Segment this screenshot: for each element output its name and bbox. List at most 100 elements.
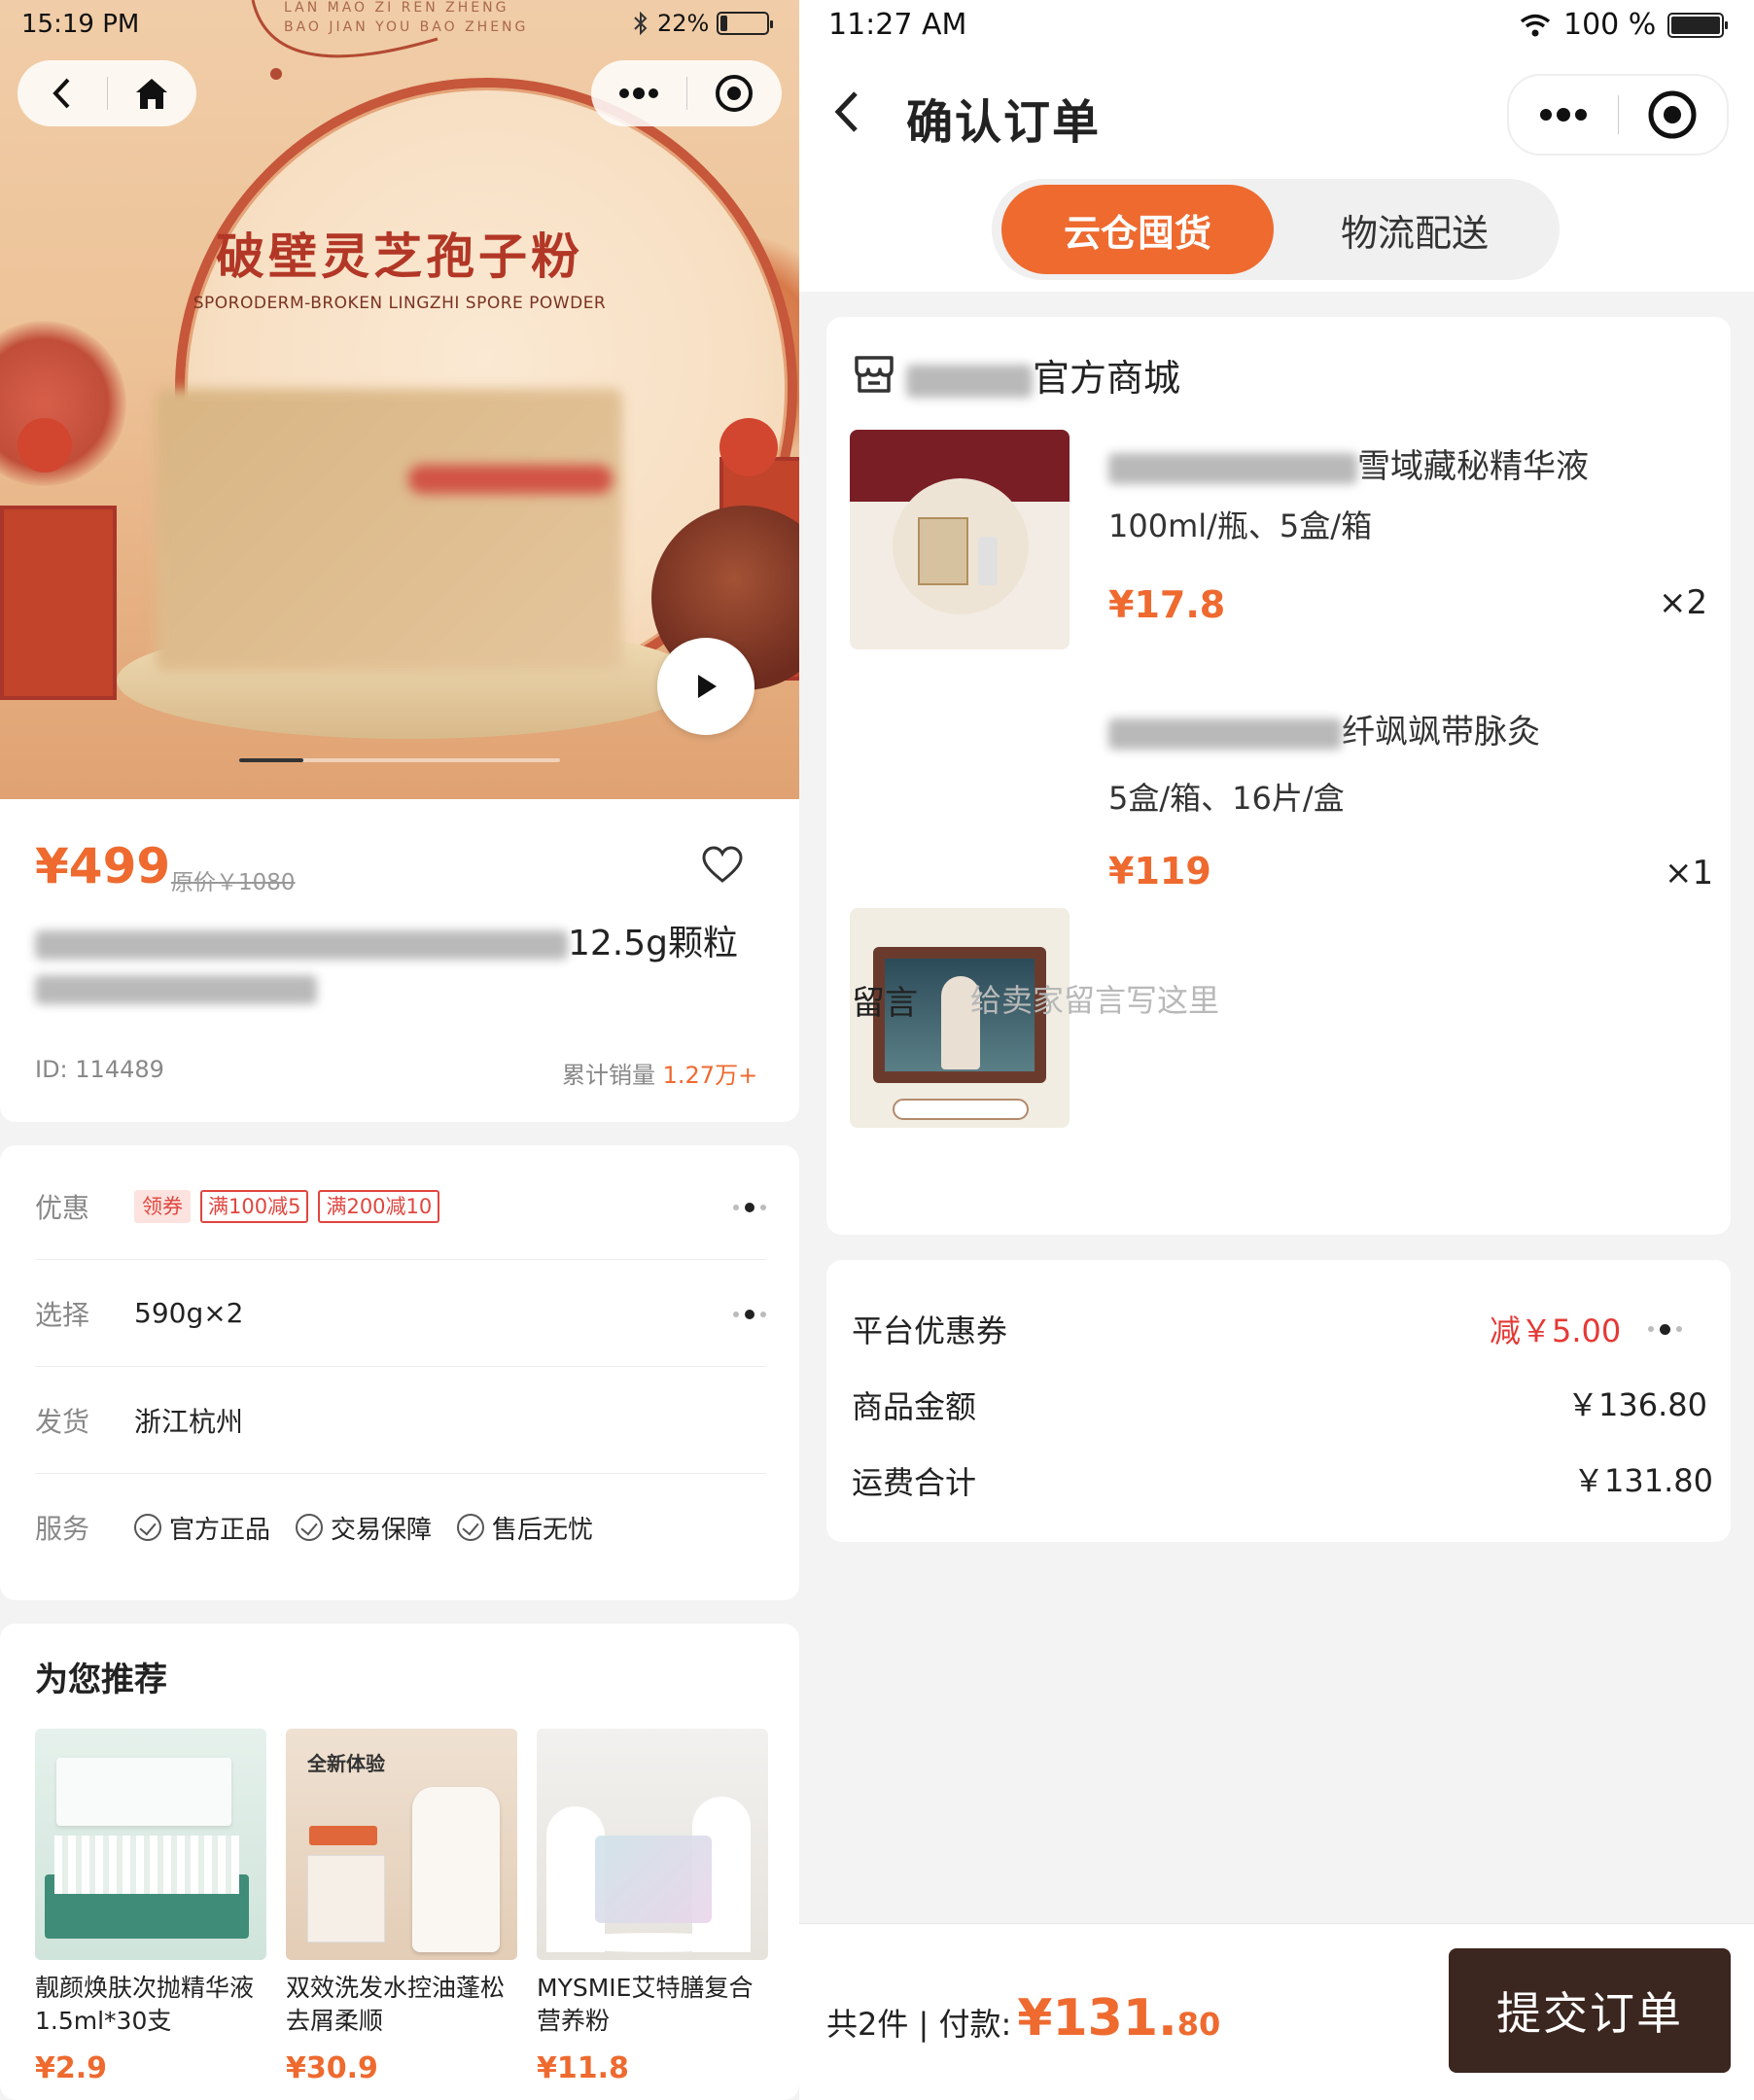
product-title-visible: 12.5g颗粒 — [568, 924, 739, 963]
home-button[interactable] — [108, 76, 197, 111]
recommend-item-image: 全新体验 — [286, 1729, 517, 1960]
recommend-item[interactable]: 靓颜焕肤次抛精华液1.5ml*30支 ¥2.9 — [35, 1729, 266, 2085]
shop-name[interactable]: 官方商城 — [906, 348, 1180, 402]
pay-amount: ¥131. — [1017, 1989, 1177, 2048]
order-item-price: ¥17.8 — [1108, 583, 1226, 626]
blurred-title-part — [35, 930, 568, 960]
product-box-image-blurred — [156, 389, 622, 671]
goods-amount-label: 商品金额 — [852, 1388, 977, 1425]
wifi-icon — [1520, 14, 1551, 36]
more-dots-icon — [1648, 1323, 1683, 1335]
bluetooth-icon — [634, 11, 648, 36]
recommend-item-image — [537, 1729, 768, 1960]
goods-amount-value: ￥136.80 — [1567, 1386, 1707, 1423]
battery-icon — [1667, 12, 1729, 38]
recommend-title: 为您推荐 — [35, 1661, 167, 1699]
nav-capsule-left — [18, 60, 196, 126]
coupon-label: 平台优惠券 — [852, 1312, 1008, 1349]
order-item-image — [850, 430, 1070, 649]
status-bar-right: 100 % — [1519, 8, 1729, 42]
sales-count: 累计销量 1.27万+ — [562, 1056, 757, 1090]
service-item: 交易保障 — [296, 1510, 432, 1546]
shipping-total-label: 运费合计 — [852, 1464, 977, 1501]
ship-value: 浙江杭州 — [134, 1405, 244, 1438]
status-time: 15:19 PM — [21, 10, 140, 39]
battery-percent: 100 % — [1563, 8, 1657, 42]
order-item-qty: ×2 — [1659, 583, 1708, 622]
close-miniapp-button[interactable] — [1618, 89, 1727, 140]
battery-percent: 22% — [657, 10, 710, 37]
blurred-item-code — [1108, 452, 1357, 484]
decor-lantern-right — [719, 418, 778, 476]
shop-icon — [852, 352, 896, 397]
back-button[interactable] — [832, 88, 861, 136]
home-icon — [136, 79, 168, 109]
target-icon — [716, 75, 754, 112]
product-id: ID: 114489 — [35, 1056, 164, 1083]
tab-cloud-stock[interactable]: 云仓囤货 — [1001, 185, 1274, 274]
discount-row[interactable]: 优惠 领券 满100减5 满200减10 — [35, 1153, 766, 1260]
more-button[interactable] — [591, 87, 686, 100]
hero-title: 破壁灵芝孢子粉 — [216, 228, 583, 285]
play-video-button[interactable] — [657, 638, 754, 735]
service-item: 官方正品 — [134, 1510, 270, 1546]
sales-value: 1.27万+ — [662, 1062, 758, 1089]
recommend-item-name: 靓颜焕肤次抛精华液1.5ml*30支 — [35, 1974, 255, 2035]
more-button[interactable] — [1509, 107, 1618, 122]
discount-label: 优惠 — [35, 1191, 90, 1224]
status-time: 11:27 AM — [828, 8, 967, 42]
service-item: 售后无忧 — [457, 1510, 593, 1546]
blurred-item-code — [1108, 718, 1342, 750]
nav-capsule-right — [591, 60, 782, 126]
order-item-name: 雪域藏秘精华液 — [1108, 439, 1589, 487]
product-detail-pane: LAN MAO ZI REN ZHENG BAO JIAN YOU BAO ZH… — [0, 0, 799, 2100]
coupon-value: 减￥5.00 — [1490, 1312, 1622, 1349]
order-item-name: 纤飒飒带脉灸 — [1108, 705, 1540, 752]
recommend-item-price: ¥30.9 — [286, 2051, 378, 2085]
recommend-item[interactable]: 全新体验 双效洗发水控油蓬松去屑柔顺 ¥30.9 — [286, 1729, 517, 2085]
recommend-image-text: 全新体验 — [307, 1752, 385, 1775]
discount-tag: 满100减5 — [200, 1189, 309, 1223]
carousel-progress-fill — [239, 758, 303, 762]
pay-amount-decimal: 80 — [1176, 2006, 1221, 2043]
select-spec-row[interactable]: 选择 590g×2 — [35, 1260, 766, 1367]
payment-summary: 共2件 | 付款: ¥131. 80 — [826, 1989, 1220, 2048]
decor-pillar-left — [0, 506, 117, 700]
select-label: 选择 — [35, 1298, 90, 1331]
recommend-item-name: 双效洗发水控油蓬松去屑柔顺 — [286, 1974, 506, 2035]
more-dots-icon — [1539, 108, 1587, 122]
heart-icon — [702, 846, 743, 883]
product-title: 12.5g颗粒 — [35, 922, 754, 1011]
sales-label: 累计销量 — [562, 1062, 655, 1089]
original-price: 原价￥1080 — [171, 870, 296, 895]
back-button[interactable] — [18, 76, 107, 111]
recommend-item-price: ¥2.9 — [35, 2051, 108, 2085]
battery-icon — [717, 12, 774, 35]
recommend-item-price: ¥11.8 — [537, 2051, 629, 2085]
message-input[interactable] — [970, 976, 1670, 1025]
blurred-shop-name — [906, 364, 1033, 398]
submit-order-button[interactable]: 提交订单 — [1449, 1948, 1731, 2073]
message-label: 留言 — [852, 984, 918, 1023]
nav-capsule — [1507, 74, 1729, 156]
play-icon — [698, 675, 717, 698]
shipping-total-value: ￥131.80 — [1573, 1462, 1713, 1499]
item-count-text: 共2件 | 付款: — [826, 2006, 1012, 2043]
more-dots-icon — [618, 88, 658, 99]
coupon-row-action[interactable]: 减￥5.00 — [1490, 1307, 1683, 1351]
close-miniapp-button[interactable] — [687, 74, 783, 113]
favorite-button[interactable] — [702, 846, 743, 885]
confirm-order-pane: 11:27 AM 100 % 确认订单 云仓囤货 物流配送 官方商城 雪域藏秘精… — [799, 0, 1754, 2100]
recommend-item-image — [35, 1729, 266, 1960]
tab-logistics[interactable]: 物流配送 — [1274, 185, 1556, 274]
service-row: 服务 官方正品 交易保障 售后无忧 — [35, 1474, 766, 1581]
coupon-tag[interactable]: 领券 — [134, 1189, 191, 1223]
check-circle-icon — [296, 1514, 324, 1541]
ship-label: 发货 — [35, 1405, 90, 1438]
order-item-spec: 5盒/箱、16片/盒 — [1108, 780, 1345, 817]
recommend-item[interactable]: MYSMIE艾特膳复合营养粉 ¥11.8 — [537, 1729, 768, 2085]
service-label: 服务 — [35, 1513, 90, 1545]
discount-tag: 满200减10 — [318, 1189, 440, 1223]
more-dots-icon — [733, 1202, 766, 1212]
shipping-origin-row: 发货 浙江杭州 — [35, 1367, 766, 1474]
